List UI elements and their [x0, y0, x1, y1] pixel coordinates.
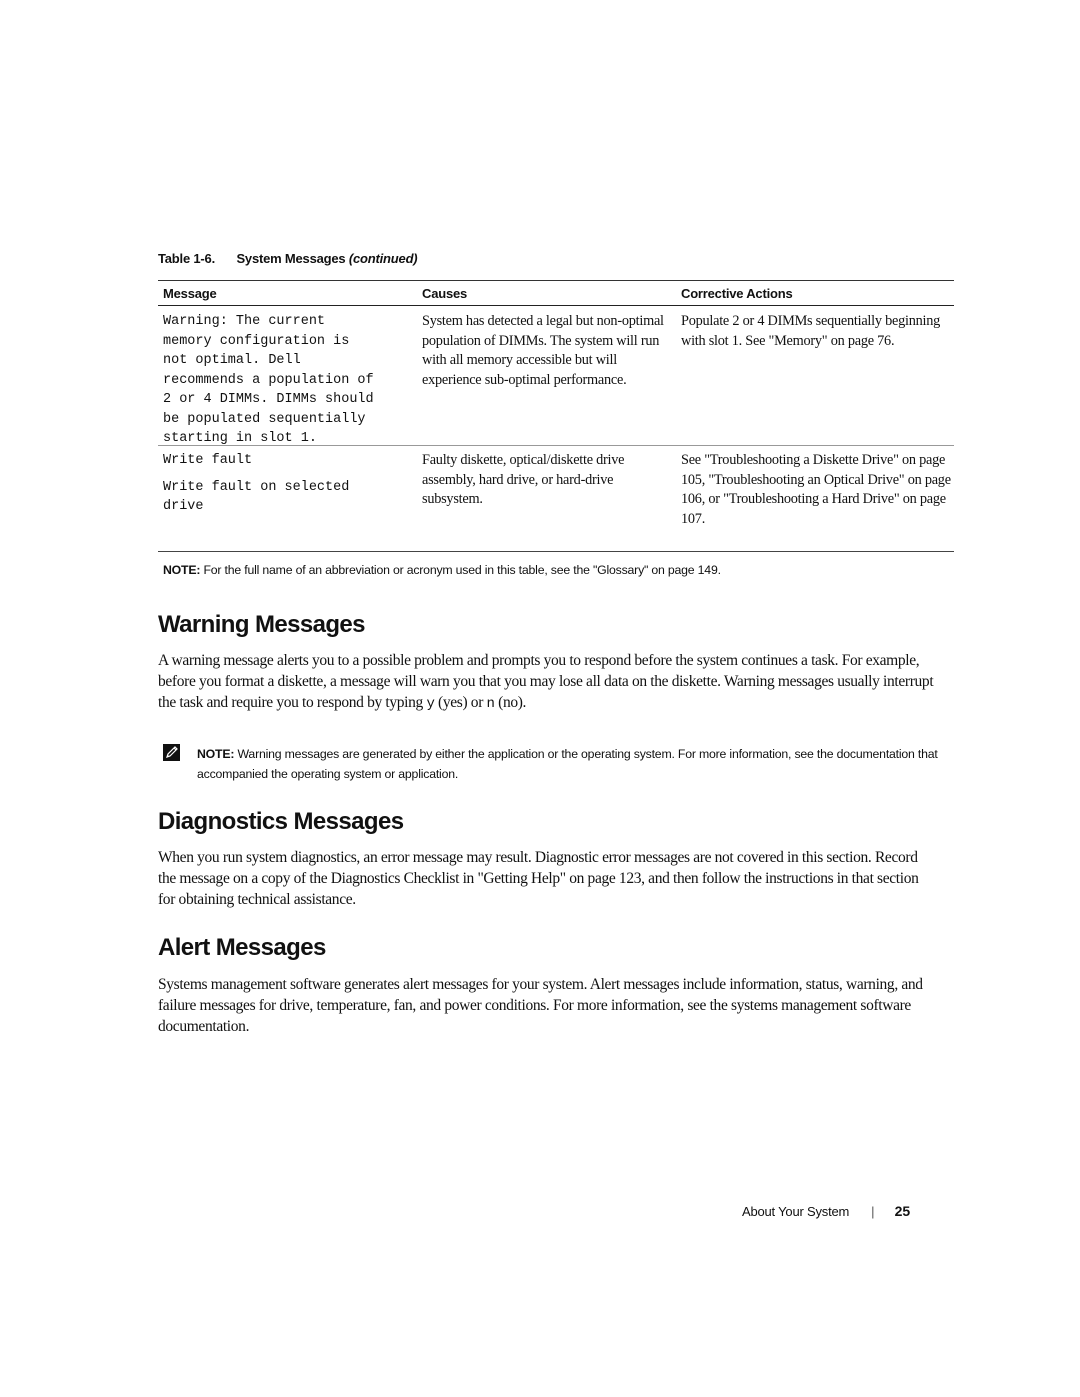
message-block: Write fault	[163, 451, 417, 471]
message-line: 2 or 4 DIMMs. DIMMs should	[163, 392, 374, 407]
note-body: NOTE: Warning messages are generated by …	[197, 745, 942, 784]
causes-cell: System has detected a legal but non-opti…	[422, 313, 664, 388]
message-line: drive	[163, 499, 204, 514]
heading-alert-messages: Alert Messages	[158, 934, 326, 961]
page-footer: About Your System | 25	[742, 1203, 910, 1219]
key-no: n	[486, 696, 495, 713]
paragraph-text: (yes) or	[434, 694, 487, 712]
paragraph-text: (no).	[494, 694, 527, 712]
causes-cell: Faulty diskette, optical/diskette drive …	[422, 452, 625, 507]
message-line: starting in slot 1.	[163, 431, 317, 446]
message-block: Write fault on selected drive	[163, 478, 417, 517]
message-line: Warning: The current	[163, 314, 326, 329]
table-row: Warning: The current memory configuratio…	[158, 306, 954, 446]
footer-separator: |	[871, 1203, 875, 1219]
table-header-row: Message Causes Corrective Actions	[158, 281, 954, 305]
actions-cell: See "Troubleshooting a Diskette Drive" o…	[681, 452, 951, 527]
note-text: Warning messages are generated by either…	[197, 747, 938, 781]
message-cell: Write fault Write fault on selected driv…	[158, 451, 417, 517]
paragraph-text: A warning message alerts you to a possib…	[158, 652, 934, 712]
message-line: memory configuration is	[163, 333, 350, 349]
system-messages-table: Message Causes Corrective Actions Warnin…	[158, 280, 954, 552]
key-yes: y	[426, 696, 435, 713]
table-caption: Table 1-6. System Messages (continued)	[158, 251, 418, 266]
note-text: For the full name of an abbreviation or …	[200, 563, 721, 577]
alert-messages-paragraph: Systems management software generates al…	[158, 976, 923, 1036]
message-cell: Warning: The current memory configuratio…	[158, 312, 417, 449]
note-label: NOTE:	[163, 563, 201, 577]
actions-cell: Populate 2 or 4 DIMMs sequentially begin…	[681, 313, 941, 349]
header-causes: Causes	[422, 285, 468, 301]
table-title: System Messages	[236, 251, 346, 266]
pencil-note-icon	[163, 744, 180, 761]
message-line: recommends a population of	[163, 372, 374, 388]
heading-warning-messages: Warning Messages	[158, 611, 366, 638]
diagnostics-messages-paragraph: When you run system diagnostics, an erro…	[158, 849, 919, 909]
header-corrective-actions: Corrective Actions	[681, 285, 793, 301]
warning-messages-paragraph: A warning message alerts you to a possib…	[158, 650, 938, 716]
header-message: Message	[163, 285, 217, 301]
table-continued-label: (continued)	[348, 251, 418, 266]
heading-diagnostics-messages: Diagnostics Messages	[158, 808, 404, 835]
message-line: not optimal. Dell	[163, 353, 301, 368]
page-number: 25	[894, 1203, 911, 1219]
message-line: Write fault on selected	[163, 479, 350, 495]
table-bottom-rule	[158, 551, 954, 552]
table-row: Write fault Write fault on selected driv…	[158, 446, 954, 551]
note-label: NOTE:	[197, 747, 235, 761]
footer-section-name: About Your System	[742, 1203, 850, 1219]
message-block: Warning: The current memory configuratio…	[163, 312, 417, 449]
message-line: be populated sequentially	[163, 411, 366, 427]
table-number: Table 1-6.	[158, 251, 216, 266]
table-note: NOTE: For the full name of an abbreviati…	[163, 563, 721, 577]
message-line: Write fault	[163, 453, 253, 468]
